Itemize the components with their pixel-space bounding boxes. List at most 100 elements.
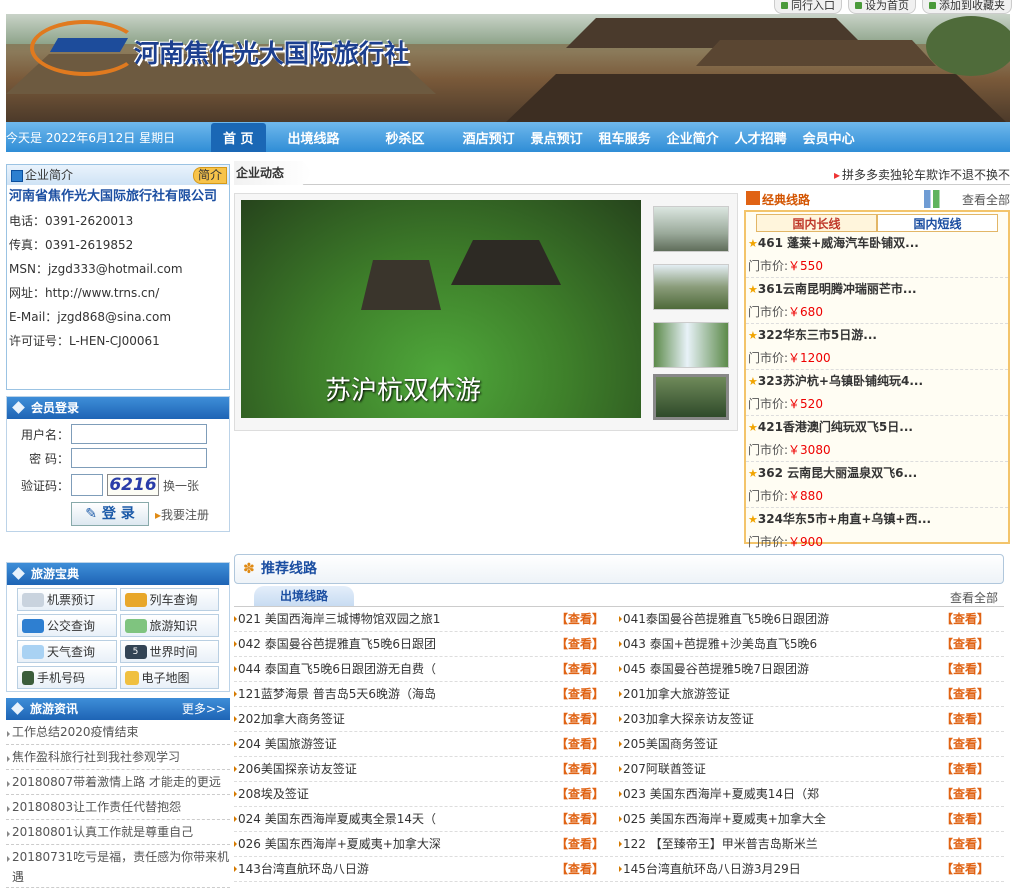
view-route-link[interactable]: 【查看】 xyxy=(941,757,989,781)
nav-about[interactable]: 企业简介 xyxy=(659,128,727,147)
tab-domestic-short[interactable]: 国内短线 xyxy=(877,214,998,232)
route-name-link[interactable]: 203加拿大探亲访友签证 xyxy=(623,707,941,731)
route-name-link[interactable]: 121蓝梦海景 普吉岛5天6晚游（海岛 xyxy=(238,682,556,706)
view-route-link[interactable]: 【查看】 xyxy=(941,782,989,806)
company-news-tab[interactable]: 企业动态 xyxy=(234,161,313,185)
route-item[interactable]: 322华东三市5日游...门市价:￥1200 xyxy=(746,324,1008,370)
news-item[interactable]: 20180803让工作责任代替抱怨 xyxy=(6,795,230,820)
login-button[interactable]: ✎ 登 录 xyxy=(71,502,149,526)
route-name-link[interactable]: 025 美国东西海岸+夏威夷+加拿大全 xyxy=(623,807,941,831)
view-route-link[interactable]: 【查看】 xyxy=(556,807,604,831)
slider-thumb-active[interactable] xyxy=(653,374,729,420)
set-homepage-link[interactable]: 设为首页 xyxy=(848,0,916,14)
captcha-image[interactable]: 6216 xyxy=(107,474,159,496)
news-item[interactable]: 20180801认真工作就是尊重自己 xyxy=(6,820,230,845)
view-route-link[interactable]: 【查看】 xyxy=(556,732,604,756)
route-name-link[interactable]: 122 【至臻帝王】甲米普吉岛斯米兰 xyxy=(623,832,941,856)
train-query-button[interactable]: 列车查询 xyxy=(119,588,219,611)
route-name-link[interactable]: 145台湾直航环岛八日游3月29日 xyxy=(623,857,941,881)
intro-tag[interactable]: 简介 xyxy=(192,167,227,184)
bus-query-button[interactable]: 公交查询 xyxy=(17,614,117,637)
route-name-link[interactable]: 143台湾直航环岛八日游 xyxy=(238,857,556,881)
view-route-link[interactable]: 【查看】 xyxy=(556,857,604,881)
view-route-link[interactable]: 【查看】 xyxy=(556,782,604,806)
route-name-link[interactable]: 205美国商务签证 xyxy=(623,732,941,756)
nav-jobs[interactable]: 人才招聘 xyxy=(727,128,795,147)
news-item[interactable]: 焦作盈科旅行社到我社参观学习 xyxy=(6,745,230,770)
captcha-input[interactable] xyxy=(71,474,103,496)
view-route-link[interactable]: 【查看】 xyxy=(941,732,989,756)
route-item[interactable]: 362 云南昆大丽温泉双飞6...门市价:￥880 xyxy=(746,462,1008,508)
captcha-refresh-link[interactable]: 换一张 xyxy=(163,477,199,494)
nav-hotel[interactable]: 酒店预订 xyxy=(455,128,523,147)
view-route-link[interactable]: 【查看】 xyxy=(556,832,604,856)
route-item[interactable]: 323苏沪杭+乌镇卧铺纯玩4...门市价:￥520 xyxy=(746,370,1008,416)
view-route-link[interactable]: 【查看】 xyxy=(941,832,989,856)
news-more-link[interactable]: 更多>> xyxy=(182,698,226,720)
classic-view-all-link[interactable]: 查看全部 xyxy=(962,191,1010,208)
slider-thumb[interactable] xyxy=(653,264,729,310)
view-route-link[interactable]: 【查看】 xyxy=(556,707,604,731)
nav-car-rental[interactable]: 租车服务 xyxy=(591,128,659,147)
view-route-link[interactable]: 【查看】 xyxy=(556,657,604,681)
view-route-link[interactable]: 【查看】 xyxy=(941,807,989,831)
view-route-link[interactable]: 【查看】 xyxy=(556,632,604,656)
register-link[interactable]: ▸我要注册 xyxy=(155,506,209,523)
route-name-link[interactable]: 023 美国东西海岸+夏威夷14日（郑 xyxy=(623,782,941,806)
route-name-link[interactable]: 041泰国曼谷芭提雅直飞5晚6日跟团游 xyxy=(623,607,941,631)
e-map-button[interactable]: 电子地图 xyxy=(119,666,219,689)
news-item[interactable]: 20180807带着激情上路 才能走的更远 xyxy=(6,770,230,795)
flight-booking-button[interactable]: 机票预订 xyxy=(17,588,117,611)
route-name-link[interactable]: 042 泰国曼谷芭提雅直飞5晚6日跟团 xyxy=(238,632,556,656)
nav-flash-sale[interactable]: 秒杀区 xyxy=(378,128,433,147)
route-item[interactable]: 421香港澳门纯玩双飞5日...门市价:￥3080 xyxy=(746,416,1008,462)
username-input[interactable] xyxy=(71,424,207,444)
view-route-link[interactable]: 【查看】 xyxy=(941,657,989,681)
news-item[interactable]: 工作总结2020疫情结束 xyxy=(6,720,230,745)
route-name-link[interactable]: 201加拿大旅游签证 xyxy=(623,682,941,706)
world-time-button[interactable]: 5 世界时间 xyxy=(119,640,219,663)
view-route-link[interactable]: 【查看】 xyxy=(941,857,989,881)
add-favorite-link[interactable]: 添加到收藏夹 xyxy=(922,0,1012,14)
route-name-link[interactable]: 024 美国东西海岸夏威夷全景14天（ xyxy=(238,807,556,831)
phone-number-button[interactable]: 手机号码 xyxy=(17,666,117,689)
route-cell: 145台湾直航环岛八日游3月29日 【查看】 xyxy=(619,857,1004,881)
view-route-link[interactable]: 【查看】 xyxy=(556,757,604,781)
nav-outbound[interactable]: 出境线路 xyxy=(280,128,348,147)
view-route-link[interactable]: 【查看】 xyxy=(556,607,604,631)
view-route-link[interactable]: 【查看】 xyxy=(941,607,989,631)
view-route-link[interactable]: 【查看】 xyxy=(941,682,989,706)
nav-home[interactable]: 首 页 xyxy=(211,122,266,152)
route-name-link[interactable]: 043 泰国+芭提雅+沙美岛直飞5晚6 xyxy=(623,632,941,656)
travel-knowledge-button[interactable]: 旅游知识 xyxy=(119,614,219,637)
route-name-link[interactable]: 207阿联酋签证 xyxy=(623,757,941,781)
password-input[interactable] xyxy=(71,448,207,468)
news-ticker[interactable]: 拼多多卖独轮车欺诈不退不换不 xyxy=(834,166,1010,183)
slider-main-image[interactable]: 苏沪杭双休游 xyxy=(241,200,641,418)
table-row: 202加拿大商务签证 【查看】 203加拿大探亲访友签证 【查看】 xyxy=(234,707,1004,732)
route-name-link[interactable]: 021 美国西海岸三城博物馆双园之旅1 xyxy=(238,607,556,631)
recommend-view-all-link[interactable]: 查看全部 xyxy=(950,589,998,606)
route-name-link[interactable]: 202加拿大商务签证 xyxy=(238,707,556,731)
partner-entry-link[interactable]: 同行入口 xyxy=(774,0,842,14)
nav-member[interactable]: 会员中心 xyxy=(795,128,863,147)
route-name-link[interactable]: 206美国探亲访友签证 xyxy=(238,757,556,781)
route-name-link[interactable]: 045 泰国曼谷芭提雅5晚7日跟团游 xyxy=(623,657,941,681)
route-item[interactable]: 324华东5市+甪直+乌镇+西...门市价:￥900 xyxy=(746,508,1008,553)
news-item[interactable]: 20180731吃亏是福，责任感为你带来机遇 xyxy=(6,845,230,888)
route-item[interactable]: 461 蓬莱+威海汽车卧铺双...门市价:￥550 xyxy=(746,232,1008,278)
slider-thumb[interactable] xyxy=(653,322,729,368)
view-route-link[interactable]: 【查看】 xyxy=(941,632,989,656)
route-name-link[interactable]: 026 美国东西海岸+夏威夷+加拿大深 xyxy=(238,832,556,856)
view-route-link[interactable]: 【查看】 xyxy=(941,707,989,731)
nav-scenic[interactable]: 景点预订 xyxy=(523,128,591,147)
tab-outbound-routes[interactable]: 出境线路 xyxy=(254,586,354,606)
tab-domestic-long[interactable]: 国内长线 xyxy=(756,214,877,232)
view-route-link[interactable]: 【查看】 xyxy=(556,682,604,706)
route-name-link[interactable]: 208埃及签证 xyxy=(238,782,556,806)
slider-thumb[interactable] xyxy=(653,206,729,252)
weather-query-button[interactable]: 天气查询 xyxy=(17,640,117,663)
route-name-link[interactable]: 204 美国旅游签证 xyxy=(238,732,556,756)
route-name-link[interactable]: 044 泰国直飞5晚6日跟团游无自费（ xyxy=(238,657,556,681)
route-item[interactable]: 361云南昆明腾冲瑞丽芒市...门市价:￥680 xyxy=(746,278,1008,324)
